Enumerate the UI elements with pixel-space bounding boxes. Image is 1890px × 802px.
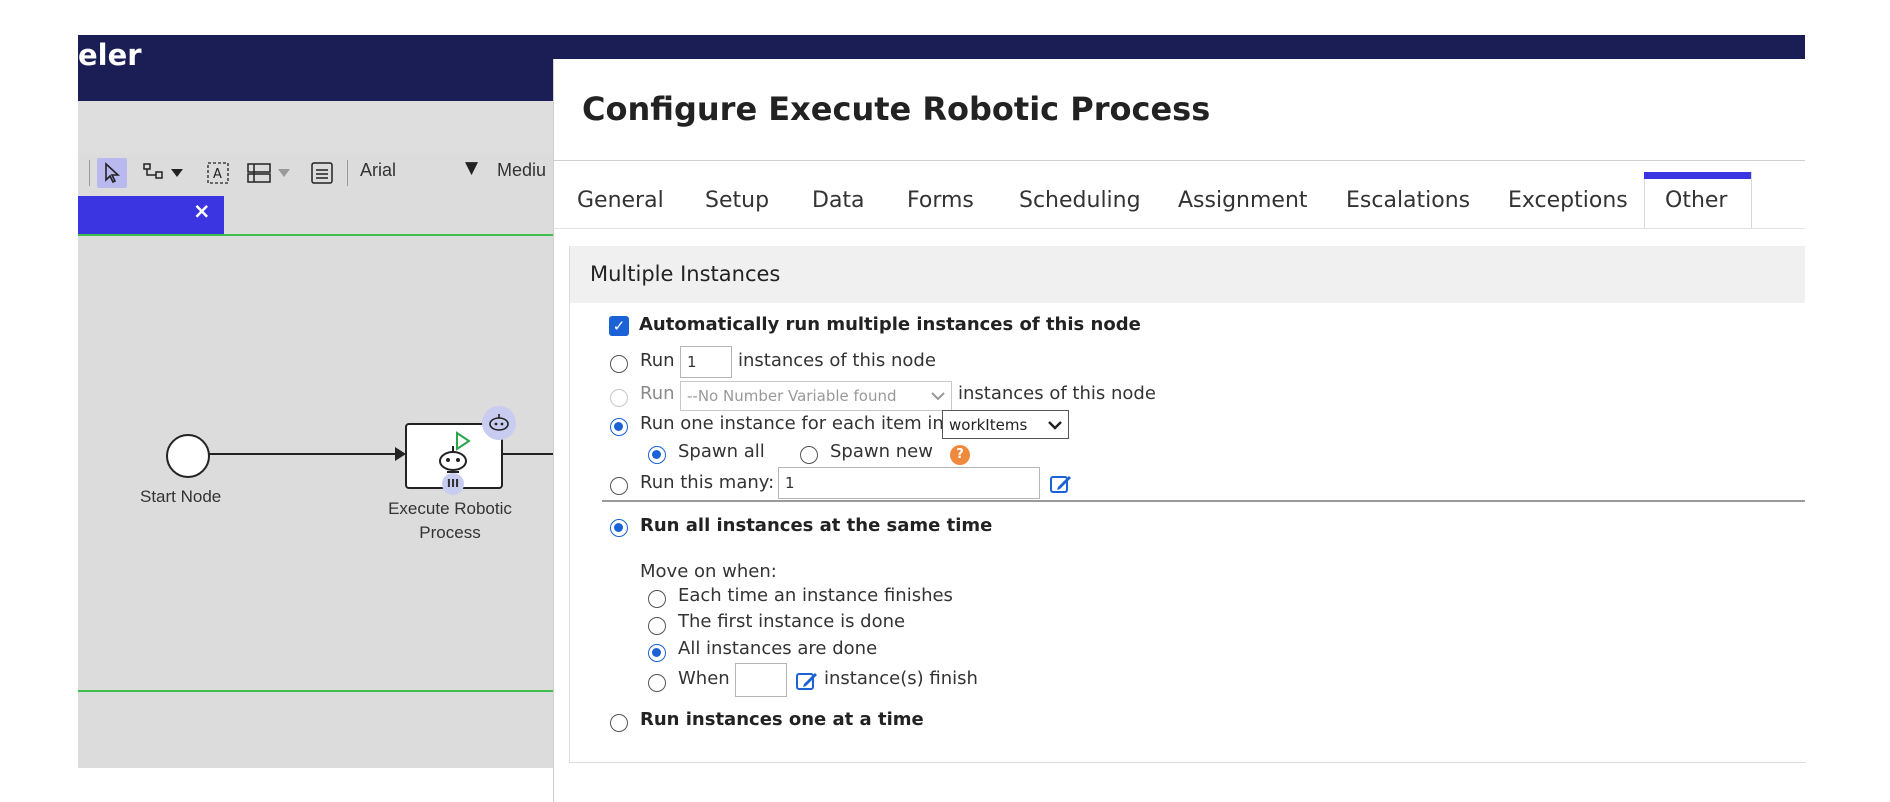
divider bbox=[553, 160, 1805, 161]
start-node-shape[interactable] bbox=[166, 434, 210, 478]
auto-run-label: Automatically run multiple instances of … bbox=[639, 314, 1141, 335]
run-per-item-label: Run one instance for each item in bbox=[640, 413, 944, 434]
number-variable-select[interactable]: --No Number Variable found bbox=[680, 381, 952, 411]
tab-setup[interactable]: Setup bbox=[705, 188, 769, 213]
help-icon[interactable]: ? bbox=[950, 445, 970, 465]
auto-run-checkbox[interactable]: ✓ bbox=[609, 316, 629, 336]
number-variable-value: --No Number Variable found bbox=[687, 387, 897, 405]
flow-connector[interactable] bbox=[501, 453, 553, 455]
flow-connector[interactable] bbox=[209, 453, 399, 455]
tab-escalations[interactable]: Escalations bbox=[1346, 188, 1470, 213]
canvas-footer bbox=[78, 768, 553, 802]
toolbar-separator bbox=[89, 160, 90, 186]
work-items-select[interactable]: workItems bbox=[942, 410, 1069, 439]
run-this-many-radio[interactable] bbox=[610, 477, 628, 495]
instances-finish-label: instance(s) finish bbox=[824, 668, 978, 689]
select-pointer-icon[interactable] bbox=[97, 158, 127, 188]
chevron-down-icon bbox=[931, 392, 945, 401]
run-all-same-time-radio[interactable] bbox=[610, 519, 628, 537]
run-count-radio[interactable] bbox=[610, 355, 628, 373]
when-radio[interactable] bbox=[648, 674, 666, 692]
tab-data[interactable]: Data bbox=[812, 188, 865, 213]
edit-expression-icon[interactable] bbox=[1049, 473, 1073, 499]
spawn-all-radio[interactable] bbox=[648, 446, 666, 464]
tab-forms[interactable]: Forms bbox=[907, 188, 974, 213]
move-on-when-label: Move on when: bbox=[640, 561, 777, 582]
chevron-down-icon bbox=[1048, 420, 1062, 430]
text-annotation-icon[interactable]: A bbox=[203, 158, 233, 188]
run-all-same-time-label: Run all instances at the same time bbox=[640, 515, 993, 536]
run-label: Run bbox=[640, 383, 675, 404]
each-time-radio[interactable] bbox=[648, 590, 666, 608]
instances-label: instances of this node bbox=[738, 350, 936, 371]
spawn-all-label: Spawn all bbox=[678, 441, 765, 462]
one-at-a-time-radio[interactable] bbox=[610, 714, 628, 732]
caret-down-icon[interactable]: ▼ bbox=[465, 158, 478, 178]
work-items-value: workItems bbox=[949, 415, 1028, 434]
svg-text:A: A bbox=[213, 167, 222, 182]
canvas-border-bottom bbox=[78, 690, 553, 692]
tab-general[interactable]: General bbox=[577, 188, 664, 213]
tab-exceptions[interactable]: Exceptions bbox=[1508, 188, 1628, 213]
all-done-label: All instances are done bbox=[678, 638, 878, 659]
close-icon[interactable]: × bbox=[193, 199, 211, 223]
one-at-a-time-label: Run instances one at a time bbox=[640, 709, 924, 730]
tab-scheduling[interactable]: Scheduling bbox=[1019, 188, 1141, 213]
first-done-radio[interactable] bbox=[648, 617, 666, 635]
spawn-new-label: Spawn new bbox=[830, 441, 933, 462]
task-label-line: Execute Robotic bbox=[388, 499, 512, 518]
task-label-line: Process bbox=[419, 523, 481, 542]
run-variable-radio[interactable] bbox=[610, 389, 628, 407]
dialog-title: Configure Execute Robotic Process bbox=[582, 90, 1211, 128]
swimlane-icon[interactable] bbox=[244, 158, 274, 188]
font-size-select[interactable]: Mediu bbox=[497, 160, 553, 181]
each-time-label: Each time an instance finishes bbox=[678, 585, 953, 606]
caret-down-icon[interactable] bbox=[168, 158, 186, 188]
start-node-label: Start Node bbox=[140, 487, 222, 506]
caret-down-icon[interactable] bbox=[275, 158, 293, 188]
run-this-many-label: Run this many: bbox=[640, 472, 775, 493]
divider bbox=[602, 500, 1805, 502]
when-label: When bbox=[678, 668, 730, 689]
run-this-many-input[interactable] bbox=[778, 467, 1040, 499]
run-count-input[interactable] bbox=[680, 346, 732, 378]
spawn-new-radio[interactable] bbox=[800, 446, 818, 464]
section-title: Multiple Instances bbox=[590, 262, 781, 286]
all-done-radio[interactable] bbox=[648, 644, 666, 662]
app-title: eler bbox=[78, 38, 142, 72]
multi-instance-marker: III bbox=[442, 473, 464, 495]
task-label: Execute Robotic Process bbox=[370, 497, 530, 545]
form-icon[interactable] bbox=[307, 158, 337, 188]
when-count-input[interactable] bbox=[735, 663, 787, 697]
toolbar-separator bbox=[347, 160, 348, 186]
run-per-item-radio[interactable] bbox=[610, 418, 628, 436]
instances-label: instances of this node bbox=[958, 383, 1156, 404]
run-label: Run bbox=[640, 350, 675, 371]
toolbar-band bbox=[78, 101, 553, 153]
robot-badge-icon bbox=[482, 406, 516, 440]
tab-active-indicator bbox=[1644, 172, 1751, 179]
connector-icon[interactable] bbox=[140, 158, 170, 188]
divider bbox=[553, 228, 1805, 229]
edit-expression-icon[interactable] bbox=[795, 670, 819, 696]
tab-assignment[interactable]: Assignment bbox=[1178, 188, 1308, 213]
tab-other[interactable]: Other bbox=[1665, 188, 1727, 213]
font-select[interactable]: Arial bbox=[360, 160, 396, 181]
canvas-border-top bbox=[78, 234, 553, 236]
first-done-label: The first instance is done bbox=[678, 611, 906, 632]
